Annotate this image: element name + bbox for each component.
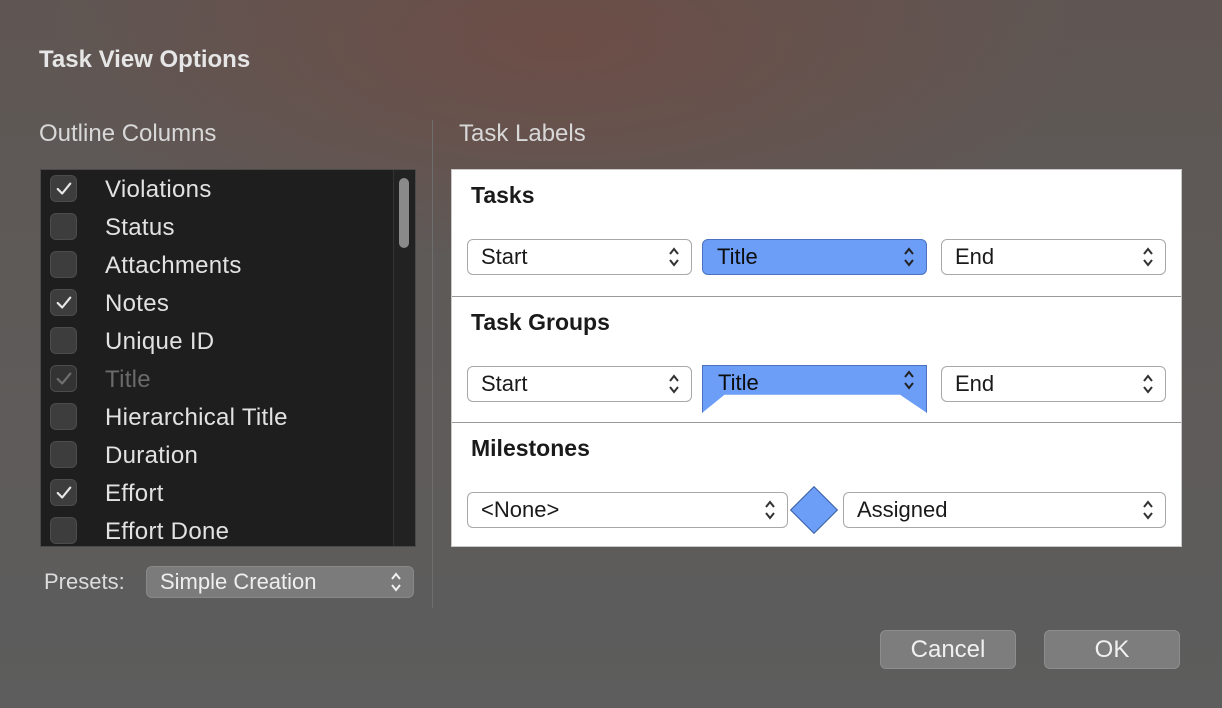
outline-column-checkbox[interactable] [50, 517, 77, 544]
outline-column-label: Notes [105, 290, 170, 317]
milestones-group: Milestones <None> Assigned [452, 422, 1181, 548]
section-divider [432, 120, 433, 608]
tasks-group-title: Tasks [471, 182, 535, 208]
updown-arrows-icon [391, 572, 401, 592]
presets-popup[interactable]: Simple Creation [146, 566, 414, 598]
milestone-diamond-icon[interactable] [789, 485, 839, 535]
outline-column-checkbox[interactable] [50, 479, 77, 506]
outline-column-checkbox[interactable] [50, 175, 77, 202]
outline-columns-heading: Outline Columns [39, 120, 217, 147]
presets-value: Simple Creation [160, 569, 317, 594]
presets-label: Presets: [44, 569, 125, 594]
outline-scrollbar[interactable] [393, 170, 415, 546]
outline-column-row[interactable]: Title [41, 360, 397, 398]
outline-column-checkbox[interactable] [50, 327, 77, 354]
outline-column-label: Effort Done [105, 518, 230, 545]
task-view-options-dialog: Task View Options Outline Columns Task L… [0, 0, 1222, 708]
milestones-left-label-popup[interactable]: <None> [467, 492, 788, 528]
task-groups-right-label-value: End [955, 371, 995, 396]
task-groups-center-label-popup[interactable]: Title [702, 365, 927, 413]
task-groups-left-label-value: Start [481, 371, 528, 396]
tasks-right-label-popup[interactable]: End [941, 239, 1166, 275]
task-labels-heading: Task Labels [459, 120, 586, 147]
task-groups-center-label-value: Title [718, 370, 759, 395]
outline-column-checkbox [50, 365, 77, 392]
updown-arrows-icon [765, 500, 775, 520]
cancel-button[interactable]: Cancel [880, 630, 1016, 669]
checkmark-icon [56, 486, 71, 499]
outline-column-label: Attachments [105, 252, 242, 279]
checkmark-icon [56, 182, 71, 195]
outline-column-checkbox[interactable] [50, 213, 77, 240]
updown-arrows-icon [1143, 247, 1153, 267]
checkmark-icon [56, 296, 71, 309]
task-groups-left-label-popup[interactable]: Start [467, 366, 692, 402]
task-groups-group-title: Task Groups [471, 309, 610, 335]
outline-column-checkbox[interactable] [50, 289, 77, 316]
outline-column-row[interactable]: Hierarchical Title [41, 398, 397, 436]
outline-column-label: Status [105, 214, 175, 241]
milestones-right-label-value: Assigned [857, 497, 948, 522]
updown-arrows-icon [1143, 500, 1153, 520]
task-groups-right-label-popup[interactable]: End [941, 366, 1166, 402]
outline-column-row[interactable]: Attachments [41, 246, 397, 284]
outline-column-label: Violations [105, 176, 212, 203]
outline-column-row[interactable]: Duration [41, 436, 397, 474]
outline-column-row[interactable]: Notes [41, 284, 397, 322]
task-labels-panel: Tasks Start Title End Task Groups Start … [451, 169, 1182, 547]
outline-columns-list[interactable]: Violations Status Attachments Notes Unique I… [40, 169, 416, 547]
milestones-left-label-value: <None> [481, 497, 560, 522]
outline-column-checkbox[interactable] [50, 403, 77, 430]
milestones-group-title: Milestones [471, 435, 590, 461]
tasks-left-label-value: Start [481, 244, 528, 269]
updown-arrows-icon [669, 374, 679, 394]
updown-arrows-icon [904, 370, 914, 390]
outline-column-label: Unique ID [105, 328, 215, 355]
outline-column-row[interactable]: Effort Done [41, 512, 397, 546]
tasks-group: Tasks Start Title End [452, 170, 1181, 296]
updown-arrows-icon [669, 247, 679, 267]
ok-button[interactable]: OK [1044, 630, 1180, 669]
outline-column-checkbox[interactable] [50, 251, 77, 278]
outline-column-label: Duration [105, 442, 199, 469]
outline-column-label: Effort [105, 480, 164, 507]
outline-column-row[interactable]: Violations [41, 170, 397, 208]
outline-column-row[interactable]: Unique ID [41, 322, 397, 360]
outline-column-checkbox[interactable] [50, 441, 77, 468]
updown-arrows-icon [904, 247, 914, 267]
tasks-right-label-value: End [955, 244, 995, 269]
task-groups-group: Task Groups Start Title End [452, 296, 1181, 422]
outline-scrollbar-thumb[interactable] [399, 178, 409, 248]
outline-column-row[interactable]: Status [41, 208, 397, 246]
outline-column-row[interactable]: Effort [41, 474, 397, 512]
outline-column-label: Hierarchical Title [105, 404, 288, 431]
milestones-right-label-popup[interactable]: Assigned [843, 492, 1166, 528]
tasks-center-label-value: Title [717, 244, 758, 269]
checkmark-icon [56, 372, 71, 385]
dialog-title: Task View Options [39, 46, 251, 73]
tasks-center-label-popup[interactable]: Title [702, 239, 927, 275]
tasks-left-label-popup[interactable]: Start [467, 239, 692, 275]
updown-arrows-icon [1143, 374, 1153, 394]
outline-column-label: Title [105, 366, 151, 393]
